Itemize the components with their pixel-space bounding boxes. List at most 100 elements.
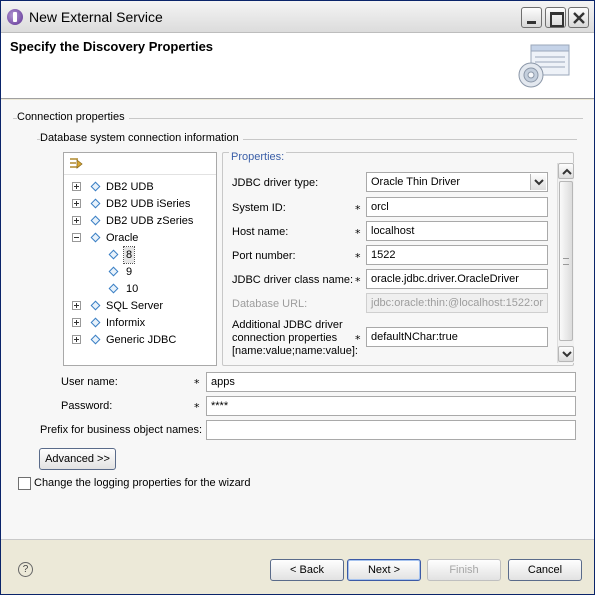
expand-icon[interactable]	[72, 216, 81, 225]
tree-item-oracle-8[interactable]: 8	[64, 246, 214, 264]
system-id-label: System ID:	[232, 202, 286, 214]
scroll-down-button[interactable]	[558, 346, 574, 362]
jdbc-driver-type-label: JDBC driver type:	[232, 177, 319, 189]
required-marker: *	[355, 251, 361, 264]
tree-item-db2-udb[interactable]: DB2 UDB	[64, 179, 214, 195]
tree-item-oracle-10[interactable]: 10	[64, 281, 214, 297]
tree-toolbar	[64, 153, 216, 175]
title-bar: New External Service	[1, 1, 594, 33]
dropdown-button[interactable]	[530, 174, 546, 190]
tree-item-informix[interactable]: Informix	[64, 315, 214, 331]
database-url-field: jdbc:oracle:thin:@localhost:1522:or	[366, 293, 548, 313]
required-marker: *	[194, 401, 200, 414]
back-button[interactable]: < Back	[270, 559, 344, 581]
required-marker: *	[355, 203, 361, 216]
version-icon	[108, 283, 119, 294]
wizard-window: New External Service Specify the Discove…	[0, 0, 595, 595]
maximize-button[interactable]	[545, 7, 566, 28]
app-icon	[7, 9, 23, 25]
user-name-label: User name:	[61, 376, 118, 388]
tree-item-label: 8	[122, 246, 136, 264]
chevron-up-icon	[562, 168, 572, 175]
tree-item-label: Oracle	[106, 232, 139, 244]
password-label: Password:	[61, 400, 113, 412]
close-icon	[573, 12, 585, 24]
db-connection-info-label: Database system connection information	[40, 132, 243, 144]
wizard-header: Specify the Discovery Properties	[1, 33, 594, 99]
finish-button: Finish	[427, 559, 501, 581]
chevron-down-icon	[534, 179, 544, 186]
cancel-button[interactable]: Cancel	[508, 559, 582, 581]
jdbc-driver-type-select[interactable]: Oracle Thin Driver	[366, 172, 548, 192]
help-icon[interactable]: ?	[18, 562, 33, 577]
database-icon	[90, 215, 101, 226]
user-name-field[interactable]: apps	[206, 372, 576, 392]
tree-item-label: 10	[126, 283, 139, 295]
tree-item-generic-jdbc[interactable]: Generic JDBC	[64, 332, 214, 348]
properties-scrollbar[interactable]	[557, 163, 574, 363]
port-number-label: Port number:	[232, 250, 296, 262]
connection-properties-label: Connection properties	[17, 111, 129, 123]
tree-item-oracle[interactable]: Oracle	[64, 230, 214, 246]
expand-icon[interactable]	[72, 318, 81, 327]
advanced-button[interactable]: Advanced >>	[39, 448, 116, 470]
expand-icon[interactable]	[72, 199, 81, 208]
window-title: New External Service	[29, 9, 163, 25]
expand-icon[interactable]	[72, 335, 81, 344]
logging-checkbox[interactable]	[18, 477, 31, 490]
required-marker: *	[355, 227, 361, 240]
expand-icon[interactable]	[72, 182, 81, 191]
additional-props-label-3: [name:value;name:value]:	[232, 345, 358, 357]
tree-item-label: 9	[126, 266, 133, 278]
additional-props-label-2: connection properties	[232, 332, 338, 344]
properties-title: Properties:	[229, 151, 287, 163]
prefix-label: Prefix for business object names:	[40, 424, 203, 436]
close-button[interactable]	[568, 7, 589, 28]
page-title: Specify the Discovery Properties	[10, 39, 214, 54]
port-number-field[interactable]: 1522	[366, 245, 548, 265]
database-icon	[90, 317, 101, 328]
tree-item-label: Informix	[106, 317, 146, 329]
database-icon	[90, 334, 101, 345]
additional-props-label-1: Additional JDBC driver	[232, 319, 343, 331]
jdbc-driver-type-value: Oracle Thin Driver	[371, 176, 461, 188]
next-button[interactable]: Next >	[347, 559, 421, 581]
database-icon	[90, 300, 101, 311]
scroll-thumb[interactable]	[559, 181, 573, 341]
wizard-banner-icon	[518, 44, 570, 88]
required-marker: *	[194, 377, 200, 390]
additional-props-field[interactable]: defaultNChar:true	[366, 327, 548, 347]
minimize-button[interactable]	[521, 7, 542, 28]
logging-checkbox-label: Change the logging properties for the wi…	[34, 477, 251, 489]
database-icon	[90, 181, 101, 192]
required-marker: *	[355, 275, 361, 288]
scroll-up-button[interactable]	[558, 163, 574, 179]
driver-class-label: JDBC driver class name:	[232, 274, 354, 286]
version-icon	[108, 249, 119, 260]
driver-class-field[interactable]: oracle.jdbc.driver.OracleDriver	[366, 269, 548, 289]
tree-item-label: DB2 UDB zSeries	[106, 215, 194, 227]
tree-item-label: DB2 UDB	[106, 181, 154, 193]
database-icon	[90, 232, 101, 243]
required-marker: *	[355, 333, 361, 346]
tree-item-label: SQL Server	[106, 300, 164, 312]
prefix-field[interactable]	[206, 420, 576, 440]
collapse-icon[interactable]	[72, 233, 81, 242]
tree-item-db2-udb-iseries[interactable]: DB2 UDB iSeries	[64, 196, 214, 212]
chevron-down-icon	[562, 351, 572, 358]
database-url-label: Database URL:	[232, 298, 308, 310]
tree-item-label: DB2 UDB iSeries	[106, 198, 191, 210]
database-icon	[90, 198, 101, 209]
tree-item-label: Generic JDBC	[106, 334, 177, 346]
expand-icon[interactable]	[72, 301, 81, 310]
tree-item-db2-udb-zseries[interactable]: DB2 UDB zSeries	[64, 213, 214, 229]
password-field[interactable]: ****	[206, 396, 576, 416]
tree-item-sql-server[interactable]: SQL Server	[64, 298, 214, 314]
wizard-content: Connection properties Database system co…	[1, 100, 594, 540]
collapse-filter-icon[interactable]	[68, 156, 84, 172]
host-name-label: Host name:	[232, 226, 289, 238]
database-tree[interactable]: DB2 UDB DB2 UDB iSeries DB2 UDB zSeries …	[63, 152, 217, 366]
system-id-field[interactable]: orcl	[366, 197, 548, 217]
tree-item-oracle-9[interactable]: 9	[64, 264, 214, 280]
host-name-field[interactable]: localhost	[366, 221, 548, 241]
